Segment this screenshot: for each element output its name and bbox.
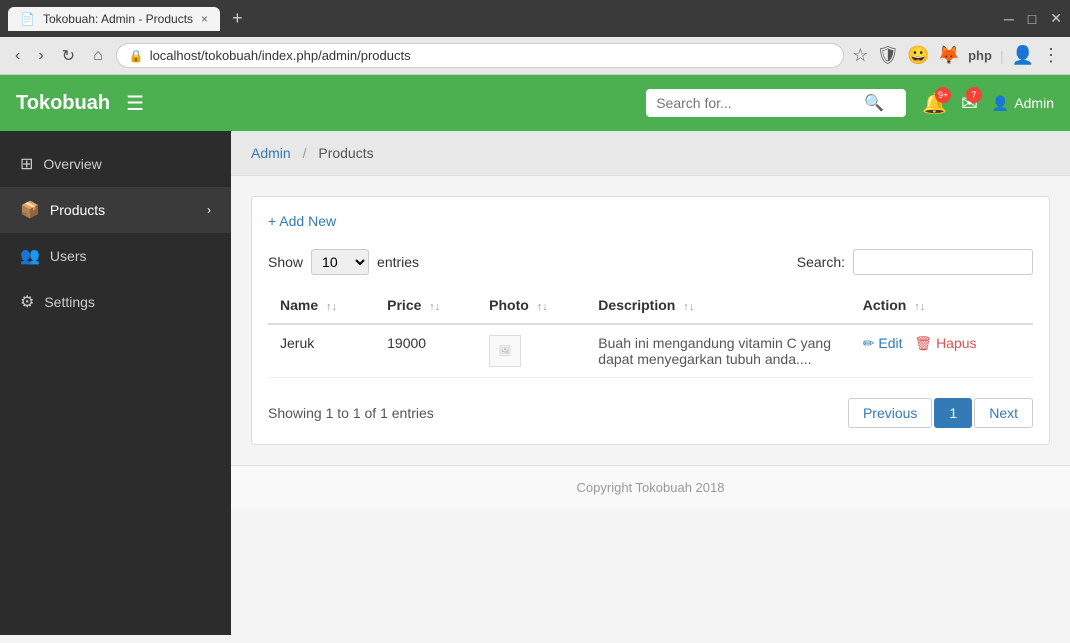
sidebar-arrow-products: › — [207, 203, 211, 217]
home-button[interactable]: ⌂ — [88, 45, 108, 67]
sidebar-label-products: Products — [50, 202, 197, 218]
sidebar-item-settings[interactable]: ⚙ Settings — [0, 279, 231, 325]
cell-photo: 🖼 — [477, 324, 586, 378]
bookmark-icon[interactable]: ☆ — [852, 45, 868, 66]
table-search-input[interactable] — [853, 249, 1033, 275]
breadcrumb-current: Products — [318, 145, 373, 161]
search-button[interactable]: 🔍 — [864, 93, 884, 113]
sidebar-label-users: Users — [50, 248, 211, 264]
products-table: Name ↑↓ Price ↑↓ Photo ↑ — [268, 287, 1033, 378]
sidebar-label-settings: Settings — [44, 294, 211, 310]
breadcrumb: Admin / Products — [231, 131, 1070, 176]
action-sort-icon: ↑↓ — [914, 301, 925, 313]
products-icon: 📦 — [20, 200, 40, 220]
back-button[interactable]: ‹ — [10, 45, 25, 67]
content-area: Admin / Products + Add New Show — [231, 131, 1070, 635]
hamburger-button[interactable]: ☰ — [126, 91, 144, 116]
table-row: Jeruk 19000 🖼 Buah ini mengandung vitami… — [268, 324, 1033, 378]
pagination-area: Showing 1 to 1 of 1 entries Previous 1 N… — [268, 398, 1033, 428]
tab-close-button[interactable]: × — [201, 12, 208, 26]
tab-icon: 📄 — [20, 12, 35, 26]
sidebar-item-overview[interactable]: ⊞ Overview — [0, 141, 231, 187]
photo-image: 🖼 — [489, 335, 521, 367]
admin-avatar-icon: 👤 — [992, 95, 1009, 112]
message-button[interactable]: ✉ 7 — [961, 91, 978, 116]
col-price[interactable]: Price ↑↓ — [375, 287, 477, 324]
breadcrumb-separator: / — [303, 145, 307, 161]
admin-menu-button[interactable]: 👤 Admin — [992, 95, 1054, 112]
price-sort-icon: ↑↓ — [429, 301, 440, 313]
tab-title: Tokobuah: Admin - Products — [43, 12, 193, 26]
next-button[interactable]: Next — [974, 398, 1033, 428]
overview-icon: ⊞ — [20, 154, 33, 174]
show-entries-control: Show 10 25 50 100 entries — [268, 249, 419, 275]
new-tab-button[interactable]: + — [226, 6, 249, 31]
col-action[interactable]: Action ↑↓ — [851, 287, 1033, 324]
url-text: localhost/tokobuah/index.php/admin/produ… — [150, 48, 411, 63]
address-bar[interactable]: 🔒 localhost/tokobuah/index.php/admin/pro… — [116, 43, 845, 68]
search-label: Search: — [797, 254, 845, 270]
delete-button[interactable]: 🗑 Hapus — [914, 335, 976, 352]
cell-description: Buah ini mengandung vitamin C yang dapat… — [586, 324, 850, 378]
menu-icon[interactable]: ⋮ — [1042, 45, 1060, 66]
show-label: Show — [268, 254, 303, 270]
table-search-control: Search: — [797, 249, 1033, 275]
footer: Copyright Tokobuah 2018 — [231, 465, 1070, 509]
sidebar-label-overview: Overview — [43, 156, 211, 172]
forward-button[interactable]: › — [33, 45, 48, 67]
notification-button[interactable]: 🔔 9+ — [922, 91, 947, 116]
sidebar-item-products[interactable]: 📦 Products › — [0, 187, 231, 233]
notification-badge: 9+ — [935, 87, 951, 103]
app-header: Tokobuah ☰ 🔍 🔔 9+ ✉ 7 👤 Admin — [0, 75, 1070, 131]
php-icon: php — [968, 48, 992, 63]
footer-text: Copyright Tokobuah 2018 — [577, 480, 725, 495]
breadcrumb-admin-link[interactable]: Admin — [251, 145, 291, 161]
entries-select[interactable]: 10 25 50 100 — [311, 249, 369, 275]
entries-label: entries — [377, 254, 419, 270]
reload-button[interactable]: ↻ — [57, 44, 80, 68]
table-controls: Show 10 25 50 100 entries Search — [268, 249, 1033, 275]
cell-price: 19000 — [375, 324, 477, 378]
pagination-buttons: Previous 1 Next — [848, 398, 1033, 428]
previous-button[interactable]: Previous — [848, 398, 932, 428]
page-1-button[interactable]: 1 — [934, 398, 972, 428]
cell-name: Jeruk — [268, 324, 375, 378]
pagination-info: Showing 1 to 1 of 1 entries — [268, 405, 434, 421]
cell-action: ✏ Edit 🗑 Hapus — [851, 324, 1033, 378]
add-new-button[interactable]: + Add New — [268, 213, 336, 229]
desc-sort-icon: ↑↓ — [683, 301, 694, 313]
add-new-label: + Add New — [268, 213, 336, 229]
sidebar: ⊞ Overview 📦 Products › 👥 Users ⚙ Settin… — [0, 131, 231, 635]
admin-label: Admin — [1014, 95, 1054, 111]
sidebar-item-users[interactable]: 👥 Users — [0, 233, 231, 279]
search-input[interactable] — [656, 95, 856, 111]
window-close-button[interactable]: ✕ — [1050, 10, 1062, 27]
browser-tab[interactable]: 📄 Tokobuah: Admin - Products × — [8, 7, 220, 31]
name-sort-icon: ↑↓ — [326, 301, 337, 313]
firefox-icon[interactable]: 🦊 — [938, 45, 960, 66]
brand-logo: Tokobuah — [16, 92, 110, 115]
photo-sort-icon: ↑↓ — [537, 301, 548, 313]
window-minimize-button[interactable]: ─ — [1004, 11, 1014, 27]
col-description[interactable]: Description ↑↓ — [586, 287, 850, 324]
emoji-icon[interactable]: 😀 — [907, 45, 929, 66]
edit-button[interactable]: ✏ Edit — [863, 335, 903, 352]
profile-icon[interactable]: 👤 — [1012, 45, 1034, 66]
col-photo[interactable]: Photo ↑↓ — [477, 287, 586, 324]
global-search: 🔍 — [646, 89, 906, 117]
users-icon: 👥 — [20, 246, 40, 266]
shield-icon[interactable]: 🛡 — [876, 45, 899, 66]
col-name[interactable]: Name ↑↓ — [268, 287, 375, 324]
window-maximize-button[interactable]: □ — [1028, 11, 1036, 27]
message-badge: 7 — [966, 87, 982, 103]
settings-icon: ⚙ — [20, 292, 34, 312]
